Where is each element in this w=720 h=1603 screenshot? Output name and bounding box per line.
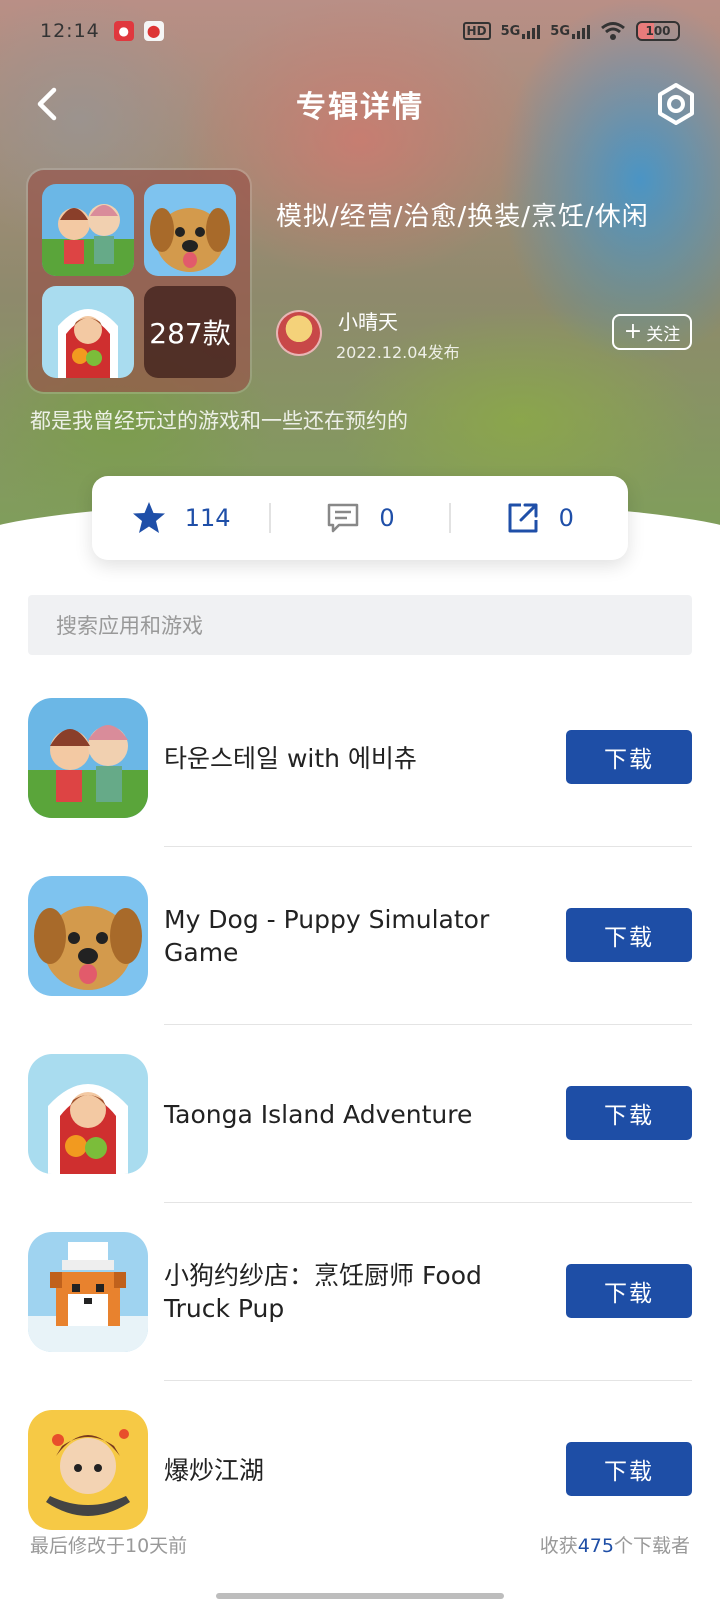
author-avatar[interactable] (276, 310, 322, 356)
netease-music-icon: ● (113, 21, 134, 41)
header: 专辑详情 (0, 74, 720, 134)
app-name[interactable]: 타운스테일 with 에비츄 (164, 696, 534, 820)
hd-icon: HD (462, 22, 491, 40)
collect-suffix: 个下载者 (613, 1535, 690, 1557)
net-label-1: 5G (500, 24, 521, 39)
status-bar: 12:14 ● ⬤ HD 5G 5G 100 (0, 0, 720, 62)
comment-icon (328, 503, 359, 533)
back-icon[interactable] (28, 82, 72, 126)
settings-hex-icon[interactable] (654, 82, 698, 126)
cover-tile-townsteil (42, 184, 134, 276)
comment-count: 0 (379, 504, 395, 532)
share-icon (508, 503, 538, 533)
battery-icon: 100 (636, 21, 680, 41)
status-indicators: HD 5G 5G 100 (462, 21, 680, 41)
app-name[interactable]: 爆炒江湖 (164, 1408, 534, 1532)
follow-button[interactable]: + 关注 (612, 314, 692, 350)
net-label-2: 5G (550, 24, 570, 39)
share-count: 0 (558, 504, 574, 532)
divider (164, 1202, 692, 1203)
album-cover: 287款 (28, 170, 250, 392)
album-description: 都是我曾经玩过的游戏和一些还在预约的 (30, 409, 408, 433)
app-icon-my-dog[interactable] (28, 876, 148, 996)
collect-prefix: 收获 (539, 1535, 578, 1557)
cover-tile-taonga (42, 286, 134, 378)
collect-count: 475 (577, 1535, 614, 1557)
download-button[interactable]: 下载 (566, 908, 692, 962)
stats-card: 114 0 0 (92, 476, 628, 560)
album-count: 287款 (144, 286, 236, 378)
comment-stat[interactable]: 0 (271, 500, 448, 536)
home-indicator[interactable] (216, 1593, 504, 1599)
download-button[interactable]: 下载 (566, 1442, 692, 1496)
follow-label: 关注 (646, 324, 681, 345)
wifi-icon (601, 22, 625, 40)
divider (164, 1024, 692, 1025)
app-name[interactable]: My Dog - Puppy Simulator Game (164, 874, 534, 998)
status-time: 12:14 (40, 20, 100, 42)
app-icon-townsteil[interactable] (28, 698, 148, 818)
list-item[interactable]: 小狗约纱店：烹饪厨师 Food Truck Pup 下载 (0, 1230, 720, 1408)
star-icon (132, 502, 165, 533)
list-item[interactable]: My Dog - Puppy Simulator Game 下载 (0, 874, 720, 1052)
download-button[interactable]: 下载 (566, 730, 692, 784)
author-name[interactable]: 小晴天 (338, 306, 398, 335)
app-icon-taonga[interactable] (28, 1054, 148, 1174)
signal-5g-1: 5G (501, 23, 541, 39)
app-list: 타운스테일 with 에비츄 下载 My Dog - Puppy Simulat… (0, 696, 720, 1586)
search-placeholder: 搜索应用和游戏 (56, 614, 203, 638)
app-icon-baochao-jianghu[interactable] (28, 1410, 148, 1530)
map-pin-icon: ⬤ (143, 21, 164, 41)
search-input[interactable]: 搜索应用和游戏 (28, 595, 692, 655)
download-button[interactable]: 下载 (566, 1086, 692, 1140)
share-stat[interactable]: 0 (451, 500, 628, 536)
list-item[interactable]: 爆炒江湖 下载 (0, 1408, 720, 1586)
signal-bars-icon (572, 23, 590, 39)
like-stat[interactable]: 114 (92, 500, 269, 536)
app-icon-food-truck-pup[interactable] (28, 1232, 148, 1352)
divider (164, 846, 692, 847)
list-item[interactable]: 타운스테일 with 에비츄 下载 (0, 696, 720, 874)
download-collect-count: 收获475个下载者 (540, 1531, 690, 1558)
cover-tile-dog (144, 184, 236, 276)
list-item[interactable]: Taonga Island Adventure 下载 (0, 1052, 720, 1230)
album-title: 模拟/经营/治愈/换装/烹饪/休闲 (276, 202, 649, 232)
page-title: 专辑详情 (296, 90, 424, 125)
divider (164, 1380, 692, 1381)
publish-date: 2022.12.04发布 (336, 343, 460, 362)
plus-icon: + (623, 319, 643, 344)
app-name[interactable]: Taonga Island Adventure (164, 1052, 534, 1176)
app-name[interactable]: 小狗约纱店：烹饪厨师 Food Truck Pup (164, 1230, 534, 1354)
like-count: 114 (184, 504, 231, 532)
download-button[interactable]: 下载 (566, 1264, 692, 1318)
last-modified: 最后修改于10天前 (30, 1535, 188, 1557)
signal-bars-icon (522, 23, 541, 39)
signal-5g-2: 5G (550, 23, 590, 39)
